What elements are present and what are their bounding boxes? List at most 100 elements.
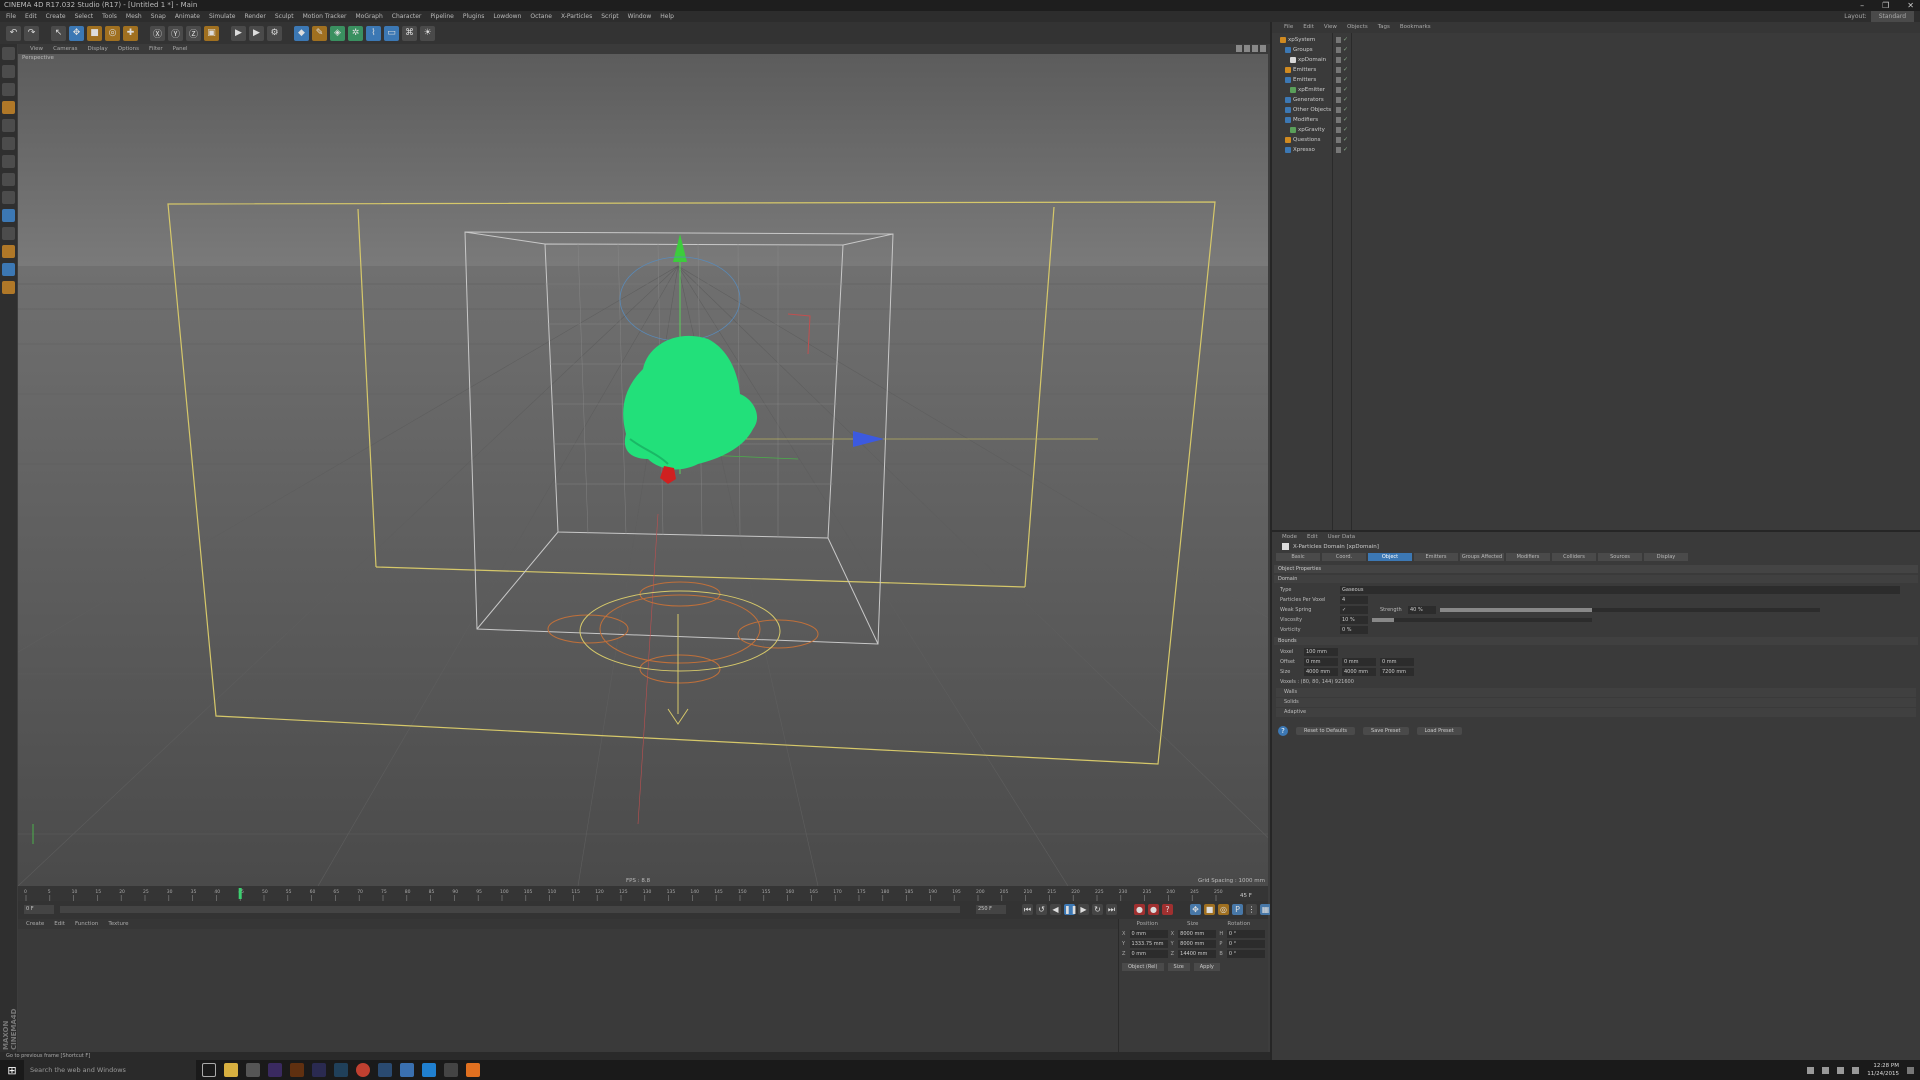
strength-field[interactable]: 40 % [1408,606,1436,614]
snap-icon[interactable] [2,209,15,222]
previous-key-icon[interactable]: ↺ [1036,904,1047,915]
enabled-check-icon[interactable]: ✓ [1343,145,1348,155]
material-menu-texture[interactable]: Texture [108,921,128,927]
reset-defaults-button[interactable]: Reset to Defaults [1296,727,1356,735]
key-parameter-icon[interactable]: P [1232,904,1243,915]
menu-animate[interactable]: Animate [175,11,200,22]
start-frame-field[interactable]: 0 F [24,905,54,914]
viewport-menu-filter[interactable]: Filter [149,44,163,54]
cloner-icon[interactable]: ✲ [348,25,363,41]
tweak-mode-icon[interactable] [2,191,15,204]
after-effects-icon[interactable] [268,1063,282,1077]
tab-display[interactable]: Display [1644,553,1688,561]
previous-frame-icon[interactable]: ◀ [1050,904,1061,915]
bounds-field[interactable]: 4000 mm [1304,668,1338,676]
key-rotation-icon[interactable]: ◎ [1218,904,1229,915]
bounds-section[interactable]: Bounds [1274,637,1918,645]
object-name[interactable]: xpGravity [1298,125,1325,135]
menu-window[interactable]: Window [628,11,652,22]
tab-coord-[interactable]: Coord. [1322,553,1366,561]
illustrator-icon[interactable] [290,1063,304,1077]
planar-workplane-icon[interactable] [2,263,15,276]
object-row[interactable]: Modifiers ✓ [1272,115,1920,125]
timeline-ruler[interactable]: 0510152025303540455055606570758085909510… [18,886,1268,901]
enabled-check-icon[interactable]: ✓ [1343,75,1348,85]
menu-help[interactable]: Help [660,11,674,22]
grid-icon[interactable] [2,281,15,294]
menu-pipeline[interactable]: Pipeline [430,11,453,22]
bounds-field[interactable]: 4000 mm [1342,668,1376,676]
axis-mode-icon[interactable] [2,173,15,186]
layer-flag-icon[interactable] [1336,47,1341,53]
key-point-level-icon[interactable]: ⋮ [1246,904,1257,915]
menu-select[interactable]: Select [75,11,94,22]
maximize-button[interactable]: ❐ [1882,0,1889,11]
coordinate-field[interactable]: 0 ° [1226,950,1265,958]
volume-icon[interactable] [1837,1066,1845,1074]
select-tool-icon[interactable]: ↖ [51,25,66,41]
end-frame-field[interactable]: 250 F [976,905,1006,914]
enabled-check-icon[interactable]: ✓ [1343,105,1348,115]
attribute-value[interactable]: ✓ [1340,606,1368,614]
tab-groups-affected[interactable]: Groups Affected [1460,553,1504,561]
viewport-menu-panel[interactable]: Panel [173,44,188,54]
menu-snap[interactable]: Snap [151,11,166,22]
bounds-field[interactable]: 7200 mm [1380,668,1414,676]
menu-motion-tracker[interactable]: Motion Tracker [303,11,347,22]
object-row[interactable]: Emitters ✓ [1272,65,1920,75]
enabled-check-icon[interactable]: ✓ [1343,115,1348,125]
timeline-svg[interactable]: 0510152025303540455055606570758085909510… [18,886,1268,901]
object-name[interactable]: Questions [1293,135,1320,145]
recent-tools-icon[interactable]: ✚ [123,25,138,41]
load-preset-button[interactable]: Load Preset [1416,727,1462,735]
go-to-end-icon[interactable]: ⏭ [1106,904,1117,915]
strength-slider[interactable] [1440,608,1820,612]
record-keys-icon[interactable]: ● [1134,904,1145,915]
network-icon[interactable] [1822,1066,1830,1074]
tab-sources[interactable]: Sources [1598,553,1642,561]
next-frame-icon[interactable]: ▶ [1078,904,1089,915]
app-icon[interactable] [444,1063,458,1077]
render-picture-viewer-icon[interactable]: ▶ [249,25,264,41]
section-adaptive[interactable]: Adaptive [1276,708,1916,717]
menu-x-particles[interactable]: X-Particles [561,11,592,22]
object-row[interactable]: xpDomain ✓ [1272,55,1920,65]
store-icon[interactable] [246,1063,260,1077]
section-solids[interactable]: Solids [1276,698,1916,707]
tray-icon[interactable] [1807,1066,1815,1074]
go-to-start-icon[interactable]: ⏮ [1022,904,1033,915]
tab-modifiers[interactable]: Modifiers [1506,553,1550,561]
notifications-icon[interactable] [1907,1066,1914,1074]
points-mode-icon[interactable] [2,119,15,132]
next-key-icon[interactable]: ↻ [1092,904,1103,915]
redo-icon[interactable]: ↷ [24,25,39,41]
object-row[interactable]: xpEmitter ✓ [1272,85,1920,95]
menu-octane[interactable]: Octane [530,11,552,22]
object-name[interactable]: Xpresso [1293,145,1315,155]
menu-edit[interactable]: Edit [25,11,37,22]
viewport-menu-options[interactable]: Options [118,44,139,54]
coordinate-field[interactable]: 0 mm [1129,930,1168,938]
coordinate-field[interactable]: 8000 mm [1178,930,1217,938]
enabled-check-icon[interactable]: ✓ [1343,45,1348,55]
layer-flag-icon[interactable] [1336,87,1341,93]
viewport-menu-view[interactable]: View [30,44,43,54]
photoshop-icon[interactable] [334,1063,348,1077]
menu-script[interactable]: Script [601,11,618,22]
menu-character[interactable]: Character [392,11,422,22]
solo-icon[interactable] [2,227,15,240]
object-row[interactable]: xpSystem ✓ [1272,35,1920,45]
save-preset-button[interactable]: Save Preset [1363,727,1409,735]
layer-flag-icon[interactable] [1336,77,1341,83]
bounds-field[interactable]: 0 mm [1342,658,1376,666]
layer-flag-icon[interactable] [1336,127,1341,133]
layer-flag-icon[interactable] [1336,57,1341,63]
object-menu-objects[interactable]: Objects [1347,24,1368,31]
coordinate-field[interactable]: 0 mm [1129,950,1168,958]
viscosity-slider[interactable] [1372,618,1592,622]
enabled-check-icon[interactable]: ✓ [1343,55,1348,65]
menu-mograph[interactable]: MoGraph [356,11,383,22]
enabled-check-icon[interactable]: ✓ [1343,85,1348,95]
y-axis-lock-icon[interactable]: Ⓨ [168,25,183,41]
object-menu-edit[interactable]: Edit [1303,24,1314,31]
